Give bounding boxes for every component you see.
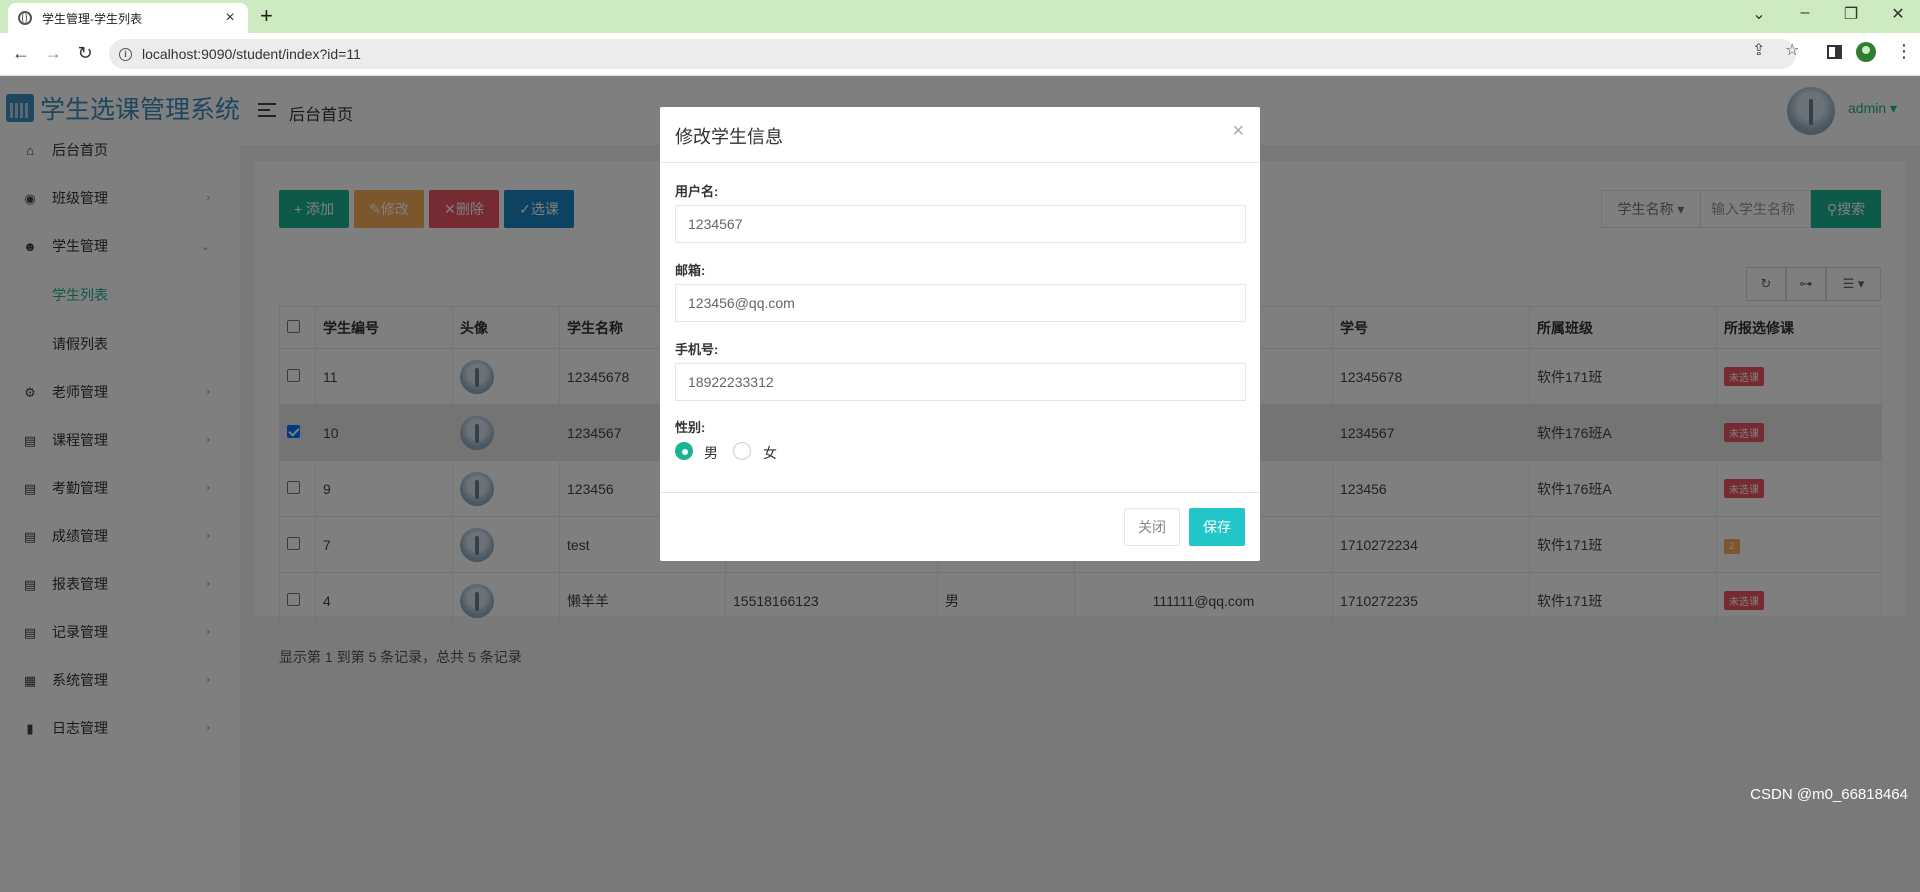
close-window-button[interactable]: ✕ xyxy=(1883,4,1913,24)
back-arrow-icon[interactable]: ← xyxy=(9,43,33,64)
tab-search-chevron-icon[interactable]: ⌄ xyxy=(1744,4,1774,24)
browser-tab-bar: 学生管理-学生列表 × + ⌄ – ❐ ✕ xyxy=(0,0,1920,33)
bookmark-star-icon[interactable]: ☆ xyxy=(1785,40,1799,60)
phone-label: 手机号: xyxy=(675,342,719,357)
username-label: 用户名: xyxy=(675,184,719,199)
restore-button[interactable]: ❐ xyxy=(1836,4,1866,24)
address-bar-row: ← → ↻ i localhost:9090/student/index?id=… xyxy=(0,33,1920,76)
site-info-icon[interactable]: i xyxy=(119,47,132,61)
modal-footer-divider xyxy=(660,492,1260,493)
new-tab-button[interactable]: + xyxy=(260,5,273,27)
email-label: 邮箱: xyxy=(675,263,706,278)
email-field[interactable]: 123456@qq.com xyxy=(675,284,1246,322)
profile-avatar-icon[interactable] xyxy=(1856,42,1876,62)
username-field[interactable]: 1234567 xyxy=(675,205,1246,243)
close-icon[interactable]: × xyxy=(1232,120,1244,143)
url-text[interactable]: localhost:9090/student/index?id=11 xyxy=(142,46,361,62)
close-tab-icon[interactable]: × xyxy=(222,9,238,27)
close-button[interactable]: 关闭 xyxy=(1124,508,1180,546)
modal-divider xyxy=(660,162,1260,163)
gender-female-radio[interactable] xyxy=(733,442,751,460)
gender-male-radio[interactable] xyxy=(675,442,693,460)
side-panel-icon[interactable] xyxy=(1827,45,1842,59)
reload-icon[interactable]: ↻ xyxy=(73,43,97,64)
forward-arrow-icon[interactable]: → xyxy=(41,43,65,64)
gender-male-label[interactable]: 男 xyxy=(704,443,718,463)
modal-title: 修改学生信息 xyxy=(675,127,783,147)
globe-icon xyxy=(18,11,32,25)
edit-student-modal: 修改学生信息 × 用户名: 1234567 邮箱: 123456@qq.com … xyxy=(660,107,1260,561)
tab-title: 学生管理-学生列表 xyxy=(42,11,142,26)
gender-female-label[interactable]: 女 xyxy=(763,443,777,463)
minimize-button[interactable]: – xyxy=(1790,4,1820,22)
watermark: CSDN @m0_66818464 xyxy=(1750,786,1908,803)
share-icon[interactable]: ⇪ xyxy=(1752,40,1765,60)
url-bar[interactable]: i localhost:9090/student/index?id=11 xyxy=(109,39,1796,69)
browser-tab[interactable]: 学生管理-学生列表 × xyxy=(8,3,248,33)
phone-field[interactable]: 18922233312 xyxy=(675,363,1246,401)
gender-label: 性别: xyxy=(675,420,706,435)
save-button[interactable]: 保存 xyxy=(1189,508,1245,546)
more-menu-icon[interactable]: ⋮ xyxy=(1895,41,1913,62)
